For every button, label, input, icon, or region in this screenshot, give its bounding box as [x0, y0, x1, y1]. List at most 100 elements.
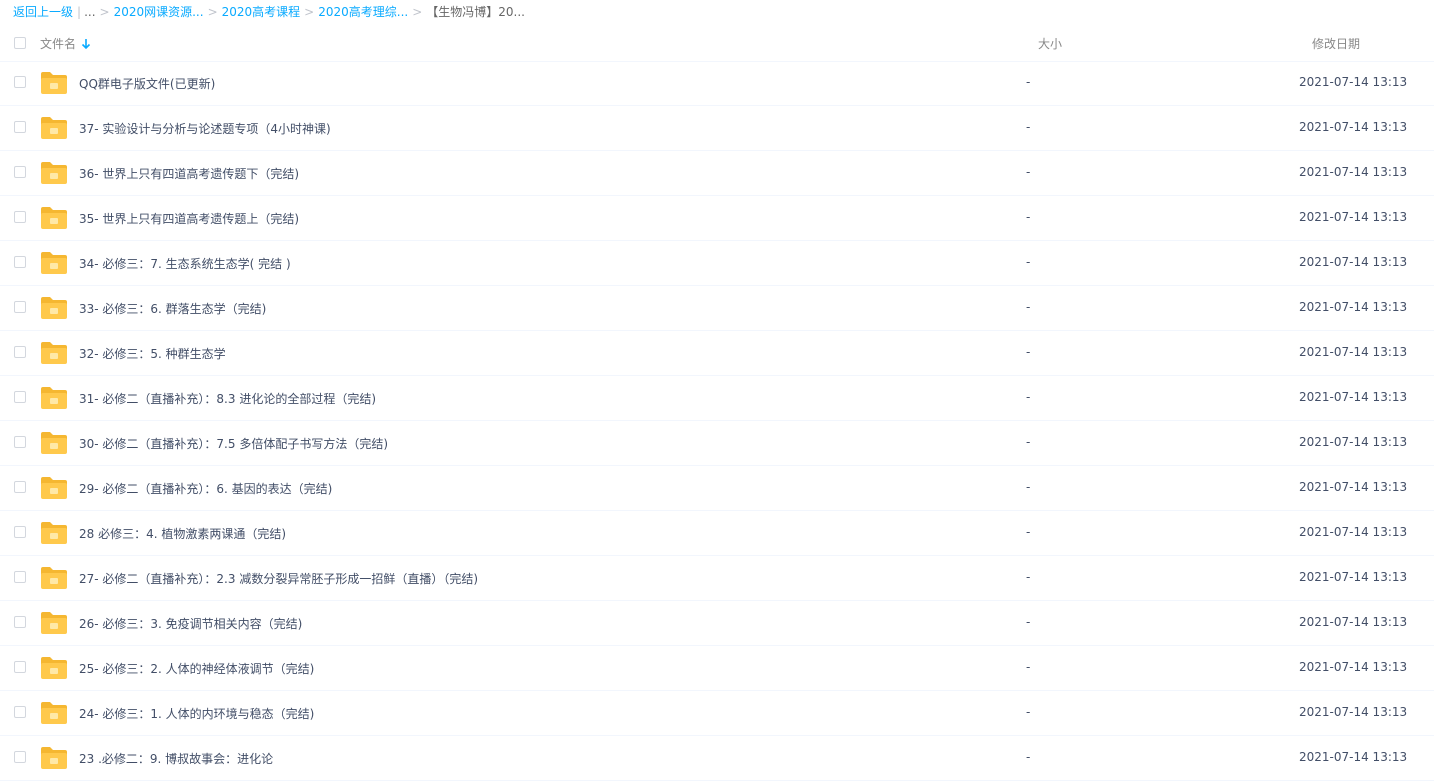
file-name[interactable]: 34- 必修三：7. 生态系统生态学( 完结 )	[79, 255, 291, 272]
file-size: -	[1026, 615, 1031, 629]
back-link[interactable]: 返回上一级	[13, 3, 73, 21]
folder-icon	[41, 162, 67, 184]
row-checkbox[interactable]	[14, 526, 26, 538]
file-modified-date: 2021-07-14 13:13	[1299, 210, 1408, 224]
column-header-name[interactable]: 文件名	[40, 35, 91, 52]
select-all-checkbox[interactable]	[14, 37, 26, 49]
file-row[interactable]: QQ群电子版文件(已更新) - 2021-07-14 13:13	[0, 61, 1434, 106]
sort-down-arrow-icon	[81, 38, 91, 49]
file-row[interactable]: 36- 世界上只有四道高考遗传题下（完结) - 2021-07-14 13:13	[0, 151, 1434, 196]
folder-icon	[41, 612, 67, 634]
file-row[interactable]: 32- 必修三：5. 种群生态学 - 2021-07-14 13:13	[0, 331, 1434, 376]
file-size: -	[1026, 660, 1031, 674]
file-name[interactable]: 23 .必修二：9. 博叔故事会：进化论	[79, 750, 273, 767]
folder-icon	[41, 117, 67, 139]
file-row[interactable]: 24- 必修三：1. 人体的内环境与稳态（完结) - 2021-07-14 13:1…	[0, 691, 1434, 736]
breadcrumb-item[interactable]: 2020高考理综...	[318, 3, 408, 21]
file-size: -	[1026, 435, 1031, 449]
file-row[interactable]: 37- 实验设计与分析与论述题专项（4小时神课) - 2021-07-14 13:1…	[0, 106, 1434, 151]
file-modified-date: 2021-07-14 13:13	[1299, 525, 1408, 539]
file-size: -	[1026, 705, 1031, 719]
file-row[interactable]: 31- 必修二（直播补充）：8.3 进化论的全部过程（完结) - 2021-07-1…	[0, 376, 1434, 421]
column-header-date[interactable]: 修改日期	[1312, 35, 1360, 52]
file-name[interactable]: 29- 必修二（直播补充）：6. 基因的表达（完结)	[79, 480, 332, 497]
file-row[interactable]: 23 .必修二：9. 博叔故事会：进化论 - 2021-07-14 13:13	[0, 736, 1434, 781]
file-name[interactable]: 35- 世界上只有四道高考遗传题上（完结)	[79, 210, 299, 227]
row-checkbox[interactable]	[14, 301, 26, 313]
row-checkbox[interactable]	[14, 616, 26, 628]
row-checkbox[interactable]	[14, 391, 26, 403]
file-row[interactable]: 25- 必修三：2. 人体的神经体液调节（完结) - 2021-07-14 13:1…	[0, 646, 1434, 691]
file-name[interactable]: 27- 必修二（直播补充）：2.3 减数分裂异常胚子形成一招鲜（直播）（完结)	[79, 570, 478, 587]
breadcrumb-item[interactable]: 2020高考课程	[222, 3, 301, 21]
file-row[interactable]: 28 必修三：4. 植物激素两课通（完结) - 2021-07-14 13:13	[0, 511, 1434, 556]
file-row[interactable]: 30- 必修二（直播补充）：7.5 多倍体配子书写方法（完结) - 2021-07-…	[0, 421, 1434, 466]
file-size: -	[1026, 480, 1031, 494]
file-modified-date: 2021-07-14 13:13	[1299, 165, 1408, 179]
file-size: -	[1026, 210, 1031, 224]
folder-icon	[41, 522, 67, 544]
breadcrumb-separator: >	[207, 5, 218, 19]
file-modified-date: 2021-07-14 13:13	[1299, 120, 1408, 134]
folder-icon	[41, 747, 67, 769]
file-modified-date: 2021-07-14 13:13	[1299, 570, 1408, 584]
folder-icon	[41, 207, 67, 229]
file-name[interactable]: 24- 必修三：1. 人体的内环境与稳态（完结)	[79, 705, 314, 722]
folder-icon	[41, 387, 67, 409]
row-checkbox[interactable]	[14, 76, 26, 88]
file-name[interactable]: 37- 实验设计与分析与论述题专项（4小时神课)	[79, 120, 331, 137]
breadcrumb-current: 【生物冯博】20...	[426, 5, 525, 19]
file-size: -	[1026, 750, 1031, 764]
file-size: -	[1026, 570, 1031, 584]
file-name[interactable]: 26- 必修三：3. 免疫调节相关内容（完结)	[79, 615, 302, 632]
breadcrumb-separator: >	[304, 5, 315, 19]
file-name[interactable]: QQ群电子版文件(已更新)	[79, 75, 215, 92]
file-row[interactable]: 33- 必修三：6. 群落生态学（完结) - 2021-07-14 13:13	[0, 286, 1434, 331]
row-checkbox[interactable]	[14, 436, 26, 448]
column-header-name-label: 文件名	[40, 37, 77, 51]
file-name[interactable]: 36- 世界上只有四道高考遗传题下（完结)	[79, 165, 299, 182]
column-header-size[interactable]: 大小	[1038, 35, 1062, 52]
file-size: -	[1026, 165, 1031, 179]
breadcrumb-item[interactable]: 2020网课资源...	[114, 3, 204, 21]
file-size: -	[1026, 345, 1031, 359]
folder-icon	[41, 657, 67, 679]
row-checkbox[interactable]	[14, 751, 26, 763]
breadcrumb-separator: >	[99, 5, 110, 19]
folder-icon	[41, 72, 67, 94]
row-checkbox[interactable]	[14, 661, 26, 673]
folder-icon	[41, 252, 67, 274]
row-checkbox[interactable]	[14, 571, 26, 583]
row-checkbox[interactable]	[14, 346, 26, 358]
file-name[interactable]: 32- 必修三：5. 种群生态学	[79, 345, 226, 362]
file-row[interactable]: 34- 必修三：7. 生态系统生态学( 完结 ) - 2021-07-14 13:1…	[0, 241, 1434, 286]
file-name[interactable]: 33- 必修三：6. 群落生态学（完结)	[79, 300, 266, 317]
breadcrumb-separator: >	[412, 5, 423, 19]
file-row[interactable]: 27- 必修二（直播补充）：2.3 减数分裂异常胚子形成一招鲜（直播）（完结) -…	[0, 556, 1434, 601]
file-row[interactable]: 29- 必修二（直播补充）：6. 基因的表达（完结) - 2021-07-14 13…	[0, 466, 1434, 511]
file-modified-date: 2021-07-14 13:13	[1299, 750, 1408, 764]
folder-icon	[41, 342, 67, 364]
row-checkbox[interactable]	[14, 211, 26, 223]
file-row[interactable]: 35- 世界上只有四道高考遗传题上（完结) - 2021-07-14 13:13	[0, 196, 1434, 241]
file-modified-date: 2021-07-14 13:13	[1299, 660, 1408, 674]
row-checkbox[interactable]	[14, 706, 26, 718]
file-list-header: 文件名 大小 修改日期	[0, 24, 1434, 62]
breadcrumb-ellipsis[interactable]: ...	[84, 3, 95, 21]
file-size: -	[1026, 525, 1031, 539]
row-checkbox[interactable]	[14, 481, 26, 493]
row-checkbox[interactable]	[14, 121, 26, 133]
file-modified-date: 2021-07-14 13:13	[1299, 300, 1408, 314]
file-modified-date: 2021-07-14 13:13	[1299, 705, 1408, 719]
file-modified-date: 2021-07-14 13:13	[1299, 255, 1408, 269]
row-checkbox[interactable]	[14, 256, 26, 268]
file-name[interactable]: 30- 必修二（直播补充）：7.5 多倍体配子书写方法（完结)	[79, 435, 388, 452]
row-checkbox[interactable]	[14, 166, 26, 178]
file-modified-date: 2021-07-14 13:13	[1299, 480, 1408, 494]
file-size: -	[1026, 390, 1031, 404]
file-row[interactable]: 26- 必修三：3. 免疫调节相关内容（完结) - 2021-07-14 13:13	[0, 601, 1434, 646]
file-modified-date: 2021-07-14 13:13	[1299, 615, 1408, 629]
file-name[interactable]: 25- 必修三：2. 人体的神经体液调节（完结)	[79, 660, 314, 677]
file-name[interactable]: 31- 必修二（直播补充）：8.3 进化论的全部过程（完结)	[79, 390, 376, 407]
file-name[interactable]: 28 必修三：4. 植物激素两课通（完结)	[79, 525, 286, 542]
